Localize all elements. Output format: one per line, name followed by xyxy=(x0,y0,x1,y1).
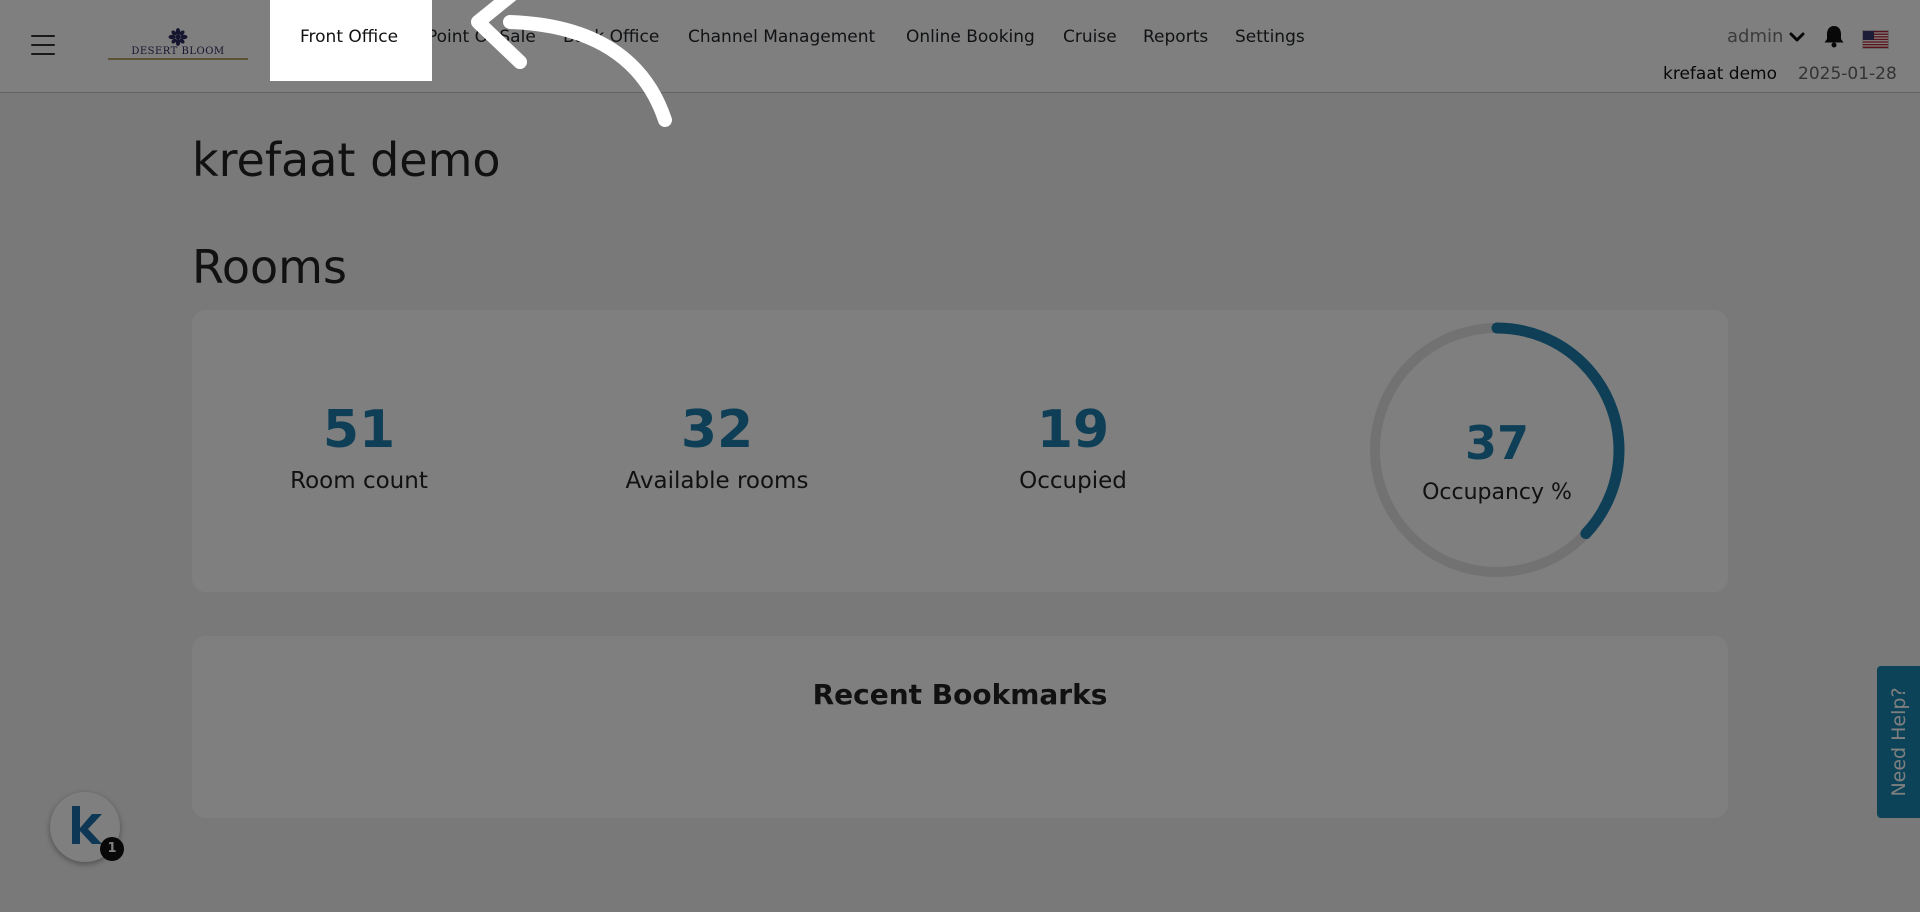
stat-value: 19 xyxy=(1036,400,1110,460)
nav-item-channel-management[interactable]: Channel Management xyxy=(688,27,875,47)
logo-text: DESERT BLOOM xyxy=(131,46,225,57)
nav-item-back-office[interactable]: Back Office xyxy=(563,27,659,47)
occupancy-gauge: 37 Occupancy % xyxy=(1367,320,1627,580)
spotlight-label: Front Office xyxy=(300,27,399,47)
stat-value: 51 xyxy=(322,400,396,460)
stat-occupied: 19 Occupied xyxy=(923,400,1223,494)
stat-label: Room count xyxy=(290,468,428,494)
us-flag-icon[interactable] xyxy=(1862,30,1889,49)
occupancy-label: Occupancy % xyxy=(1422,480,1572,505)
business-date: 2025-01-28 xyxy=(1798,64,1897,84)
chevron-down-icon xyxy=(1789,32,1805,41)
bell-icon[interactable] xyxy=(1823,24,1845,52)
stat-room-count: 51 Room count xyxy=(209,400,509,494)
user-name: admin xyxy=(1727,26,1784,47)
nav-item-point-of-sale[interactable]: Point Of Sale xyxy=(427,27,536,47)
occupancy-value: 37 xyxy=(1464,416,1529,470)
need-help-tab[interactable]: Need Help? xyxy=(1877,666,1920,818)
k-logo-icon xyxy=(72,806,102,844)
page-title: krefaat demo xyxy=(192,133,501,187)
recent-bookmarks-card: Recent Bookmarks xyxy=(192,636,1728,818)
rooms-section-title: Rooms xyxy=(192,240,347,294)
stat-label: Available rooms xyxy=(625,468,809,494)
nav-item-cruise[interactable]: Cruise xyxy=(1063,27,1117,47)
logo-underline xyxy=(108,58,248,60)
hamburger-icon[interactable] xyxy=(31,35,55,55)
stat-label: Occupied xyxy=(1019,468,1127,494)
stat-available-rooms: 32 Available rooms xyxy=(567,400,867,494)
nav-item-settings[interactable]: Settings xyxy=(1235,27,1305,47)
tour-spotlight-front-office[interactable]: Front Office xyxy=(270,0,432,81)
chat-widget-button[interactable]: 1 xyxy=(50,792,124,862)
nav-item-online-booking[interactable]: Online Booking xyxy=(906,27,1035,47)
rooms-card: 51 Room count 32 Available rooms 19 Occu… xyxy=(192,310,1728,592)
hotel-logo[interactable]: DESERT BLOOM xyxy=(108,28,248,64)
nav-item-reports[interactable]: Reports xyxy=(1143,27,1208,47)
notification-badge: 1 xyxy=(100,837,124,861)
stat-value: 32 xyxy=(680,400,754,460)
recent-bookmarks-title: Recent Bookmarks xyxy=(812,678,1108,711)
user-menu[interactable]: admin xyxy=(1727,26,1805,47)
flower-logo-icon xyxy=(168,28,188,46)
need-help-label: Need Help? xyxy=(1887,687,1910,797)
hotel-name: krefaat demo xyxy=(1663,64,1778,84)
